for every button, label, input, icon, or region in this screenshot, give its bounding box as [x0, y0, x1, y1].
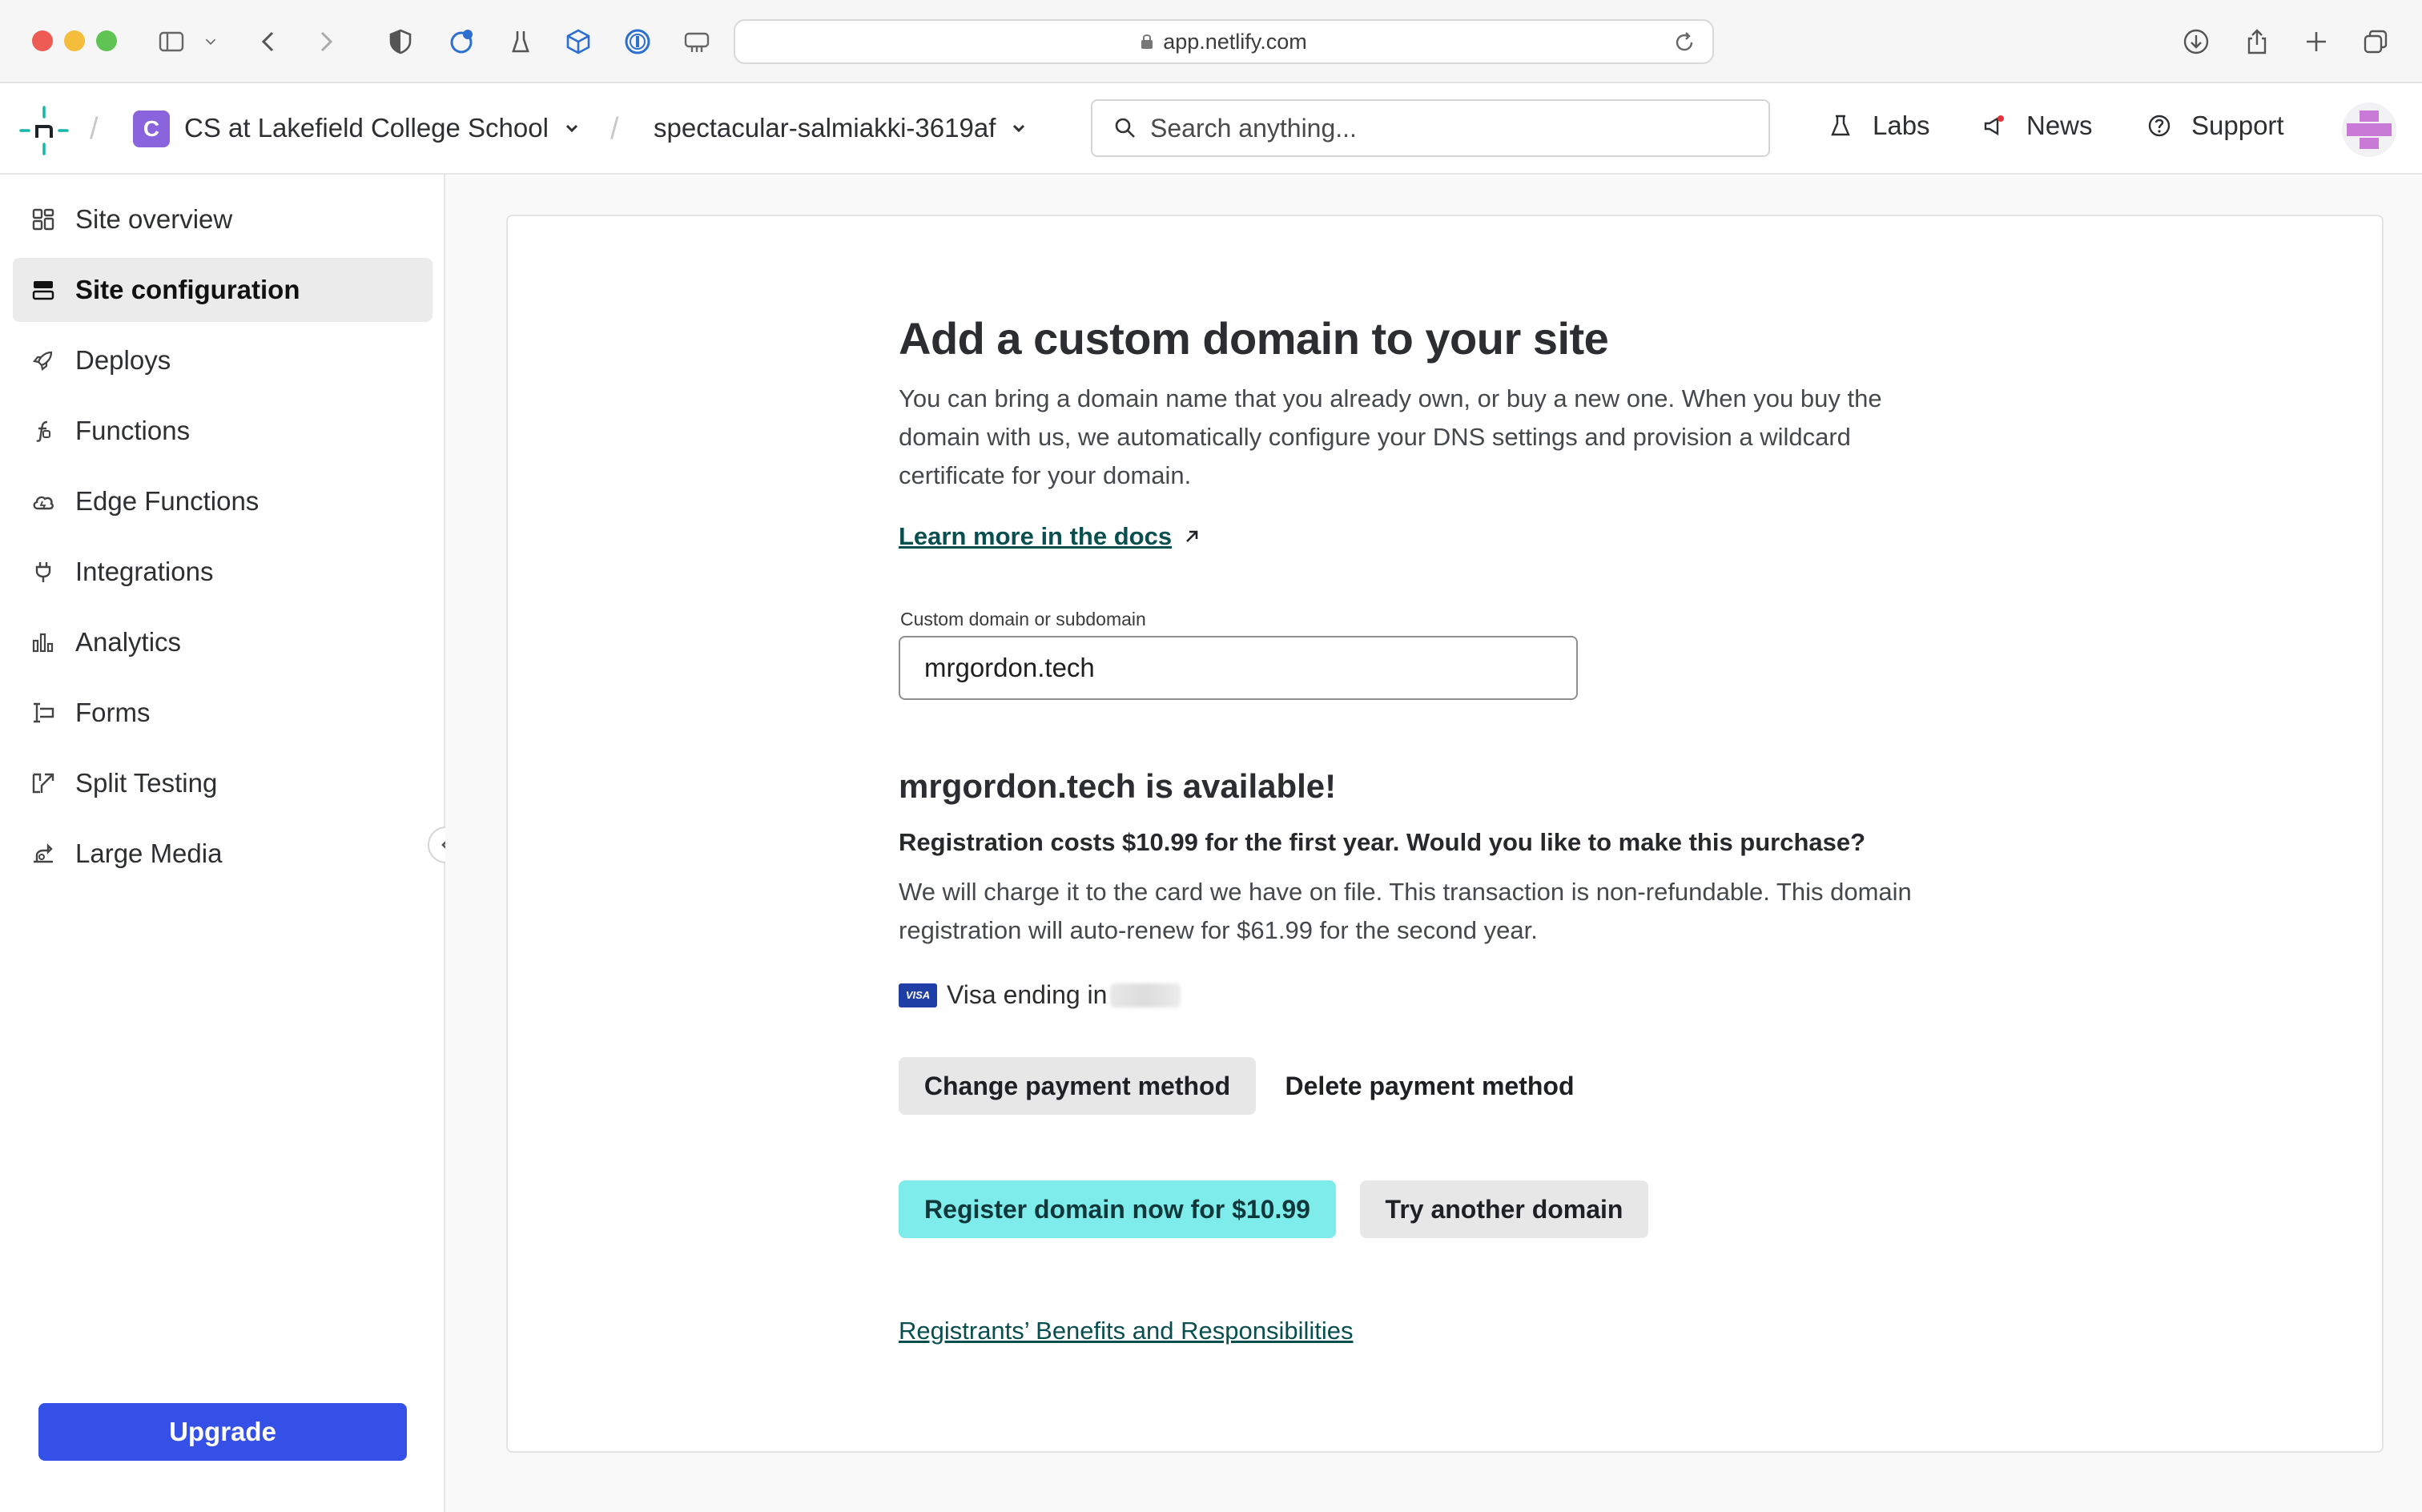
page-title: Add a custom domain to your site	[899, 313, 1609, 364]
cloud-icon	[33, 496, 54, 510]
sidebar-item-label: Large Media	[75, 838, 223, 868]
tab-overview-icon[interactable]	[2358, 24, 2393, 59]
intro-text: You can bring a domain name that you alr…	[899, 384, 1882, 489]
extension-refresh-icon[interactable]	[444, 24, 479, 59]
sidebar-item-split-testing[interactable]: Split Testing	[13, 751, 432, 815]
card-ending-text: Visa ending in	[947, 980, 1108, 1009]
payment-card-info: VISA Visa ending in	[899, 980, 1181, 1010]
sidebar-item-label: Forms	[75, 698, 151, 727]
sidebar-item-site-configuration[interactable]: Site configuration	[13, 258, 432, 322]
chevron-down-icon	[1013, 124, 1025, 133]
external-link-icon	[1186, 530, 1198, 542]
sidebar-item-label: Integrations	[75, 557, 214, 586]
zoom-window-button[interactable]	[96, 30, 117, 51]
team-name: CS at Lakefield College School	[184, 113, 549, 143]
team-avatar: C	[133, 111, 170, 147]
domain-input[interactable]	[899, 636, 1578, 700]
help-icon	[2148, 115, 2171, 137]
close-window-button[interactable]	[32, 30, 53, 51]
shield-icon[interactable]	[383, 24, 418, 59]
forward-icon[interactable]	[308, 24, 343, 59]
url-text: app.netlify.com	[1163, 29, 1307, 54]
search-icon	[1115, 118, 1135, 138]
password-manager-icon[interactable]	[620, 24, 655, 59]
flask-icon	[1831, 115, 1850, 136]
sidebar-item-site-overview[interactable]: Site overview	[13, 187, 432, 251]
lock-icon	[1141, 34, 1153, 49]
sidebar-item-deploys[interactable]: Deploys	[13, 328, 432, 392]
minimize-window-button[interactable]	[64, 30, 85, 51]
delete-payment-button[interactable]: Delete payment method	[1256, 1057, 1603, 1115]
charge-notice: We will charge it to the card we have on…	[899, 878, 1912, 944]
megaphone-icon	[1984, 115, 2004, 136]
team-switcher[interactable]: CS at Lakefield College School	[184, 113, 581, 143]
learn-more-link[interactable]: Learn more in the docs	[899, 522, 1202, 551]
rocket-icon	[33, 351, 53, 371]
sidebar-item-label: Deploys	[75, 345, 171, 375]
form-icon	[34, 702, 54, 723]
registrant-terms-link[interactable]: Registrants’ Benefits and Responsibiliti…	[899, 1317, 1353, 1345]
reload-icon[interactable]	[1672, 30, 1696, 54]
sidebar-item-label: Functions	[75, 416, 191, 445]
sidebar-item-label: Analytics	[75, 627, 182, 657]
sidebar-item-analytics[interactable]: Analytics	[13, 610, 432, 674]
domain-field-label: Custom domain or subdomain	[900, 609, 1146, 629]
site-switcher[interactable]: spectacular-salmiakki-3619af	[654, 113, 1028, 143]
browser-toolbar: app.netlify.com	[0, 0, 2422, 83]
netlify-logo-icon[interactable]	[18, 104, 70, 157]
register-domain-button[interactable]: Register domain now for $10.99	[899, 1180, 1336, 1238]
learn-more-label: Learn more in the docs	[899, 522, 1173, 550]
flask-icon[interactable]	[503, 24, 538, 59]
sidebar: Site overview Site configuration Deploys…	[0, 175, 445, 1512]
grid-icon	[32, 208, 54, 231]
bar-chart-icon	[32, 633, 54, 653]
app-header: / C CS at Lakefield College School / spe…	[0, 83, 2422, 175]
address-bar[interactable]: app.netlify.com	[734, 19, 1714, 64]
new-tab-icon[interactable]	[2299, 24, 2334, 59]
upgrade-button[interactable]: Upgrade	[38, 1403, 407, 1461]
plug-icon	[35, 562, 51, 582]
search-box[interactable]	[1091, 99, 1770, 157]
news-link[interactable]: News	[1981, 111, 2093, 141]
registration-cost-text: Registration costs $10.99 for the first …	[899, 828, 1866, 856]
server-icon	[32, 281, 54, 300]
visa-card-icon: VISA	[899, 983, 937, 1007]
sidebar-item-label: Site overview	[75, 204, 233, 234]
sidebar-item-label: Edge Functions	[75, 486, 260, 516]
sidebar-item-integrations[interactable]: Integrations	[13, 540, 432, 604]
labs-link[interactable]: Labs	[1828, 111, 1930, 141]
user-avatar[interactable]	[2342, 103, 2396, 157]
search-input[interactable]	[1150, 113, 1727, 143]
sidebar-item-functions[interactable]: Functions	[13, 399, 432, 463]
chevron-down-icon[interactable]	[199, 24, 223, 59]
media-icon	[34, 843, 53, 863]
try-another-domain-button[interactable]: Try another domain	[1360, 1180, 1648, 1238]
support-label: Support	[2191, 111, 2284, 140]
site-name: spectacular-salmiakki-3619af	[654, 113, 996, 143]
sidebar-item-forms[interactable]: Forms	[13, 681, 432, 745]
support-link[interactable]: Support	[2146, 111, 2284, 141]
function-icon	[36, 420, 50, 442]
share-icon[interactable]	[2239, 24, 2275, 59]
change-payment-button[interactable]: Change payment method	[899, 1057, 1256, 1115]
news-label: News	[2026, 111, 2093, 140]
breadcrumb-separator: /	[90, 112, 99, 146]
sidebar-item-large-media[interactable]: Large Media	[13, 822, 432, 886]
cube-icon[interactable]	[561, 24, 596, 59]
sidebar-item-label: Site configuration	[75, 275, 300, 304]
translate-icon[interactable]	[679, 24, 714, 59]
redacted-card-digits	[1110, 983, 1181, 1007]
chevron-down-icon	[565, 124, 578, 133]
availability-heading: mrgordon.tech is available!	[899, 767, 1337, 805]
back-icon[interactable]	[251, 24, 287, 59]
labs-label: Labs	[1873, 111, 1930, 140]
sidebar-item-label: Split Testing	[75, 768, 218, 798]
breadcrumb-separator: /	[610, 112, 619, 146]
sidebar-item-edge-functions[interactable]: Edge Functions	[13, 469, 432, 533]
split-icon	[32, 773, 54, 794]
sidebar-toggle-icon[interactable]	[154, 24, 189, 59]
download-icon[interactable]	[2179, 24, 2214, 59]
